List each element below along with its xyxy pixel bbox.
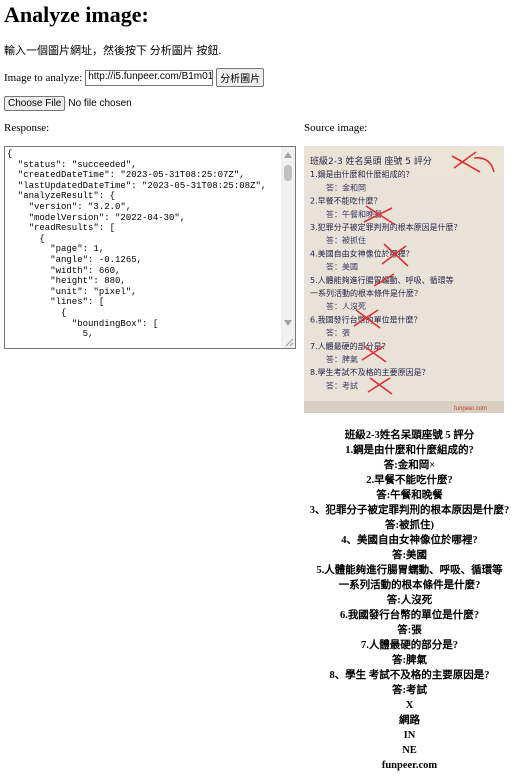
file-status: No file chosen	[68, 98, 132, 109]
photo-line: 答：金和岡	[326, 182, 366, 192]
photo-line: 答：張	[326, 328, 350, 338]
ocr-line: 答:美國	[392, 550, 427, 561]
photo-line: 答：人沒死	[326, 301, 366, 311]
page-title: Analyze image:	[4, 2, 149, 27]
resize-handle-icon[interactable]	[284, 337, 294, 347]
photo-line: 答：脾氣	[326, 354, 358, 364]
scroll-down-icon[interactable]	[284, 320, 292, 326]
photo-line: 6.我國發行台幣的單位是什麼？	[310, 314, 422, 324]
exam-paper-photo: 班級2-3 姓名吳頭 座號 5 評分 1.鋼是由什麼和什麼組成的？ 答：金和岡 2.早…	[304, 146, 504, 413]
photo-line: 8.學生考試不及格的主要原因是？	[310, 367, 430, 377]
photo-line: 1.鋼是由什麼和什麼組成的？	[310, 169, 414, 179]
source-label: Source image:	[304, 122, 368, 134]
ocr-line: 網路	[399, 715, 420, 726]
ocr-line: NE	[402, 745, 417, 756]
photo-line: 答：考試	[326, 380, 358, 390]
ocr-line: funpeer.com	[381, 760, 438, 771]
ocr-line: 班級2-3姓名呆頭座號 5 評分	[344, 430, 475, 441]
response-label: Response:	[4, 122, 50, 134]
source-image: 班級2-3 姓名吳頭 座號 5 評分 1.鋼是由什麼和什麼組成的？ 答：金和岡 2.早…	[304, 146, 504, 413]
url-label: Image to analyze:	[4, 71, 83, 84]
watermark: funpeer.com	[454, 406, 487, 412]
file-picker: Choose File No file chosen	[4, 96, 132, 111]
response-scrollbar[interactable]	[281, 147, 295, 348]
photo-line: 一系列活動的根本條件是什麼？	[310, 288, 422, 298]
response-textarea[interactable]: { "status": "succeeded", "createdDateTim…	[4, 146, 296, 349]
response-json: { "status": "succeeded", "createdDateTim…	[7, 149, 267, 340]
ocr-line: 6.我國發行台幣的單位是什麼?	[339, 610, 480, 621]
ocr-line: 答:金和岡×	[383, 460, 436, 471]
analyze-form: Image to analyze: http://i5.funpeer.com/…	[4, 68, 265, 87]
ocr-line: 答:被抓住)	[385, 520, 434, 531]
image-url-input[interactable]: http://i5.funpeer.com/B1m01	[85, 69, 214, 86]
ocr-line: 答:考試	[392, 685, 427, 696]
scroll-thumb[interactable]	[284, 165, 292, 181]
ocr-line: IN	[403, 730, 416, 741]
ocr-line: 8、學生 考試不及格的主要原因是?	[329, 670, 490, 681]
ocr-line: 答:脾氣	[392, 655, 427, 666]
ocr-line: 4、美國自由女神像位於哪裡?	[341, 535, 478, 546]
ocr-line: 答:張	[397, 625, 422, 636]
ocr-line: 一系列活動的根本條件是什麼?	[338, 580, 481, 591]
ocr-line: X	[405, 700, 414, 711]
ocr-line: 7.人體最硬的部分是?	[360, 640, 459, 651]
ocr-line: 答:人沒死	[386, 595, 433, 606]
photo-line: 5.人體能夠進行腸胃蠕動、呼吸、循環等	[310, 275, 454, 285]
ocr-line: 3、犯罪分子被定罪判刑的根本原因是什麼?	[309, 505, 510, 516]
photo-line: 班級2-3 姓名吳頭 座號 5 評分	[310, 155, 432, 167]
ocr-line: 答:午餐和晚餐	[376, 490, 443, 501]
analyze-button[interactable]: 分析圖片	[216, 68, 265, 87]
photo-line: 3.犯罪分子被定罪判刑的根本原因是什麼？	[310, 222, 462, 232]
choose-file-button[interactable]: Choose File	[4, 96, 66, 111]
photo-line: 答：美國	[326, 262, 358, 272]
photo-line: 2.早餐不能吃什麼？	[310, 196, 382, 206]
ocr-line: 1.鋼是由什麼和什麼組成的?	[345, 445, 474, 456]
photo-line: 答：被抓住	[326, 235, 366, 245]
ocr-result-text: 班級2-3姓名呆頭座號 5 評分 1.鋼是由什麼和什麼組成的? 答:金和岡× 2.早餐…	[300, 428, 519, 773]
intro-text: 輸入一個圖片網址，然後按下 分析圖片 按鈕.	[4, 45, 222, 57]
scroll-up-icon[interactable]	[284, 152, 292, 158]
ocr-line: 2.早餐不能吃什麼?	[366, 475, 453, 486]
ocr-line: 5.人體能夠進行腸胃蠕動、呼吸、循環等	[316, 565, 503, 576]
